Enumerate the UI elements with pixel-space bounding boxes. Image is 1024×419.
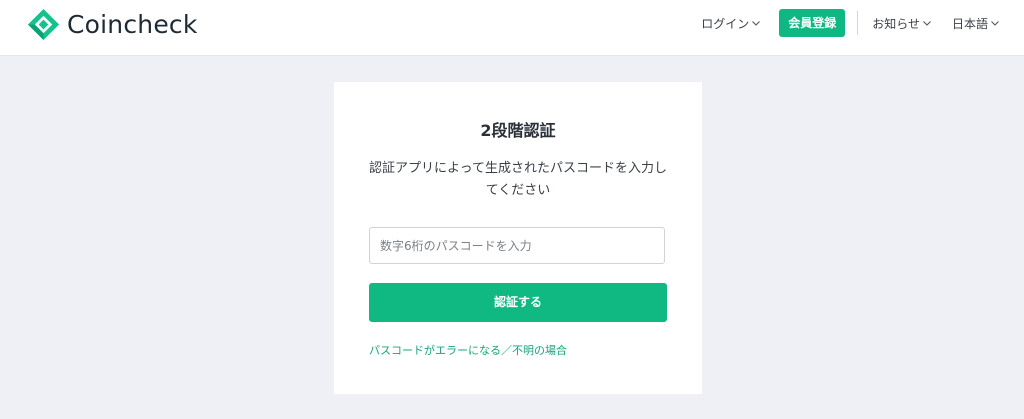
header-nav: ログイン 会員登録 お知らせ 日本語	[701, 9, 1000, 37]
signup-button[interactable]: 会員登録	[779, 9, 846, 37]
chevron-down-icon	[752, 21, 761, 26]
verify-button[interactable]: 認証する	[369, 283, 667, 322]
login-dropdown[interactable]: ログイン	[701, 15, 761, 32]
news-label: お知らせ	[872, 16, 920, 31]
site-header: Coincheck ログイン 会員登録 お知らせ 日本語	[0, 0, 1024, 55]
logo-text: Coincheck	[67, 9, 198, 39]
language-label: 日本語	[951, 16, 988, 31]
chevron-down-icon	[923, 21, 931, 26]
coincheck-logo[interactable]: Coincheck	[27, 7, 198, 41]
news-dropdown[interactable]: お知らせ	[872, 15, 932, 32]
language-dropdown[interactable]: 日本語	[952, 15, 1000, 32]
coincheck-diamond-logo-icon	[27, 8, 60, 40]
chevron-down-icon	[991, 21, 999, 26]
page-title: 2段階認証	[480, 121, 556, 140]
two-factor-auth-card: 2段階認証 認証アプリによって生成されたパスコードを入力してください 認証する …	[334, 82, 702, 394]
passcode-input[interactable]	[369, 227, 665, 264]
nav-divider	[857, 11, 859, 35]
instruction-text: 認証アプリによって生成されたパスコードを入力してください	[369, 161, 667, 198]
passcode-help-link[interactable]: パスコードがエラーになる／不明の場合	[369, 342, 567, 358]
login-label: ログイン	[701, 16, 750, 31]
